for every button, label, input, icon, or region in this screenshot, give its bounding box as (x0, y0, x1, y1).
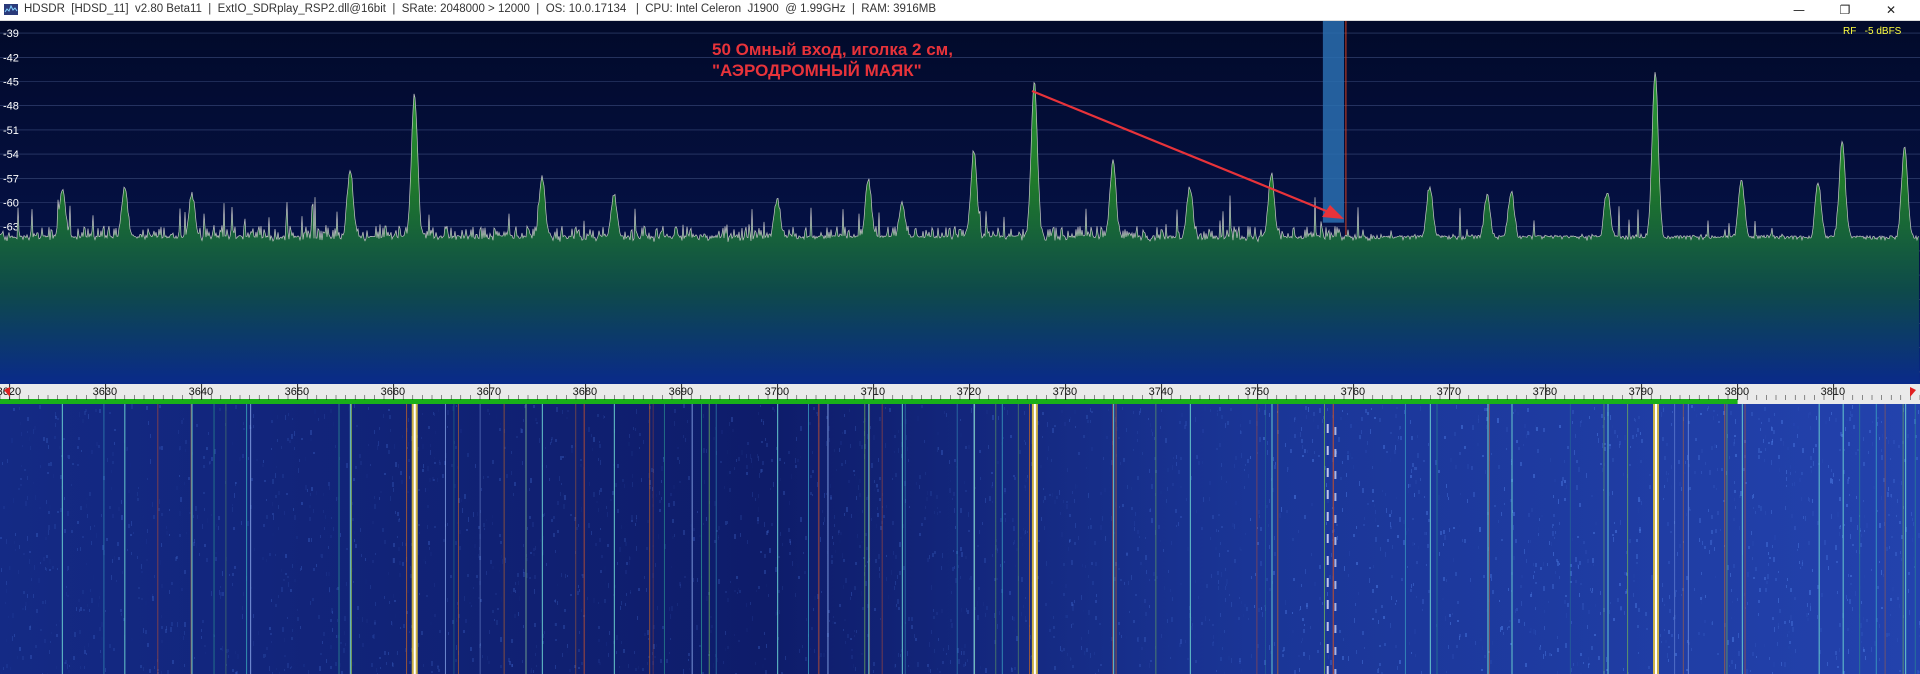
waterfall-display[interactable] (0, 404, 1920, 674)
x-tick-label: 3760 (1341, 386, 1365, 398)
annotation-line-1: 50 Омный вход, иголка 2 см, (712, 40, 953, 59)
waterfall-pulsed-signal (1334, 449, 1337, 457)
waterfall-pulsed-signal (1326, 534, 1329, 543)
waterfall-pulsed-signal (1334, 669, 1337, 674)
waterfall-pulsed-signal (1326, 446, 1329, 455)
x-tick-label: 3770 (1437, 386, 1461, 398)
y-tick-label: -51 (3, 125, 19, 137)
x-tick-label: 3790 (1629, 386, 1653, 398)
waterfall-pulsed-signal (1334, 603, 1337, 611)
waterfall-pulsed-signal (1326, 666, 1329, 674)
waterfall-pulsed-signal (1334, 559, 1337, 567)
frequency-ruler[interactable]: 3620 3630 3640 3650 3660 3670 3680 3690 3700 3710… (0, 384, 1920, 404)
minimize-button[interactable]: — (1776, 0, 1822, 20)
restore-button[interactable]: ❐ (1822, 0, 1868, 20)
waterfall-pulsed-signal (1326, 622, 1329, 631)
x-tick-label: 3730 (1053, 386, 1077, 398)
y-tick-label: -39 (3, 28, 19, 40)
x-tick-label: 3660 (381, 386, 405, 398)
annotation-text: 50 Омный вход, иголка 2 см, "АЭРОДРОМНЫЙ… (712, 39, 953, 81)
x-tick-label: 3810 (1821, 386, 1845, 398)
y-tick-label: -45 (3, 77, 19, 89)
y-tick-label: -54 (3, 149, 19, 161)
waterfall-pulsed-signal (1326, 490, 1329, 499)
y-tick-label: -42 (3, 52, 19, 64)
waterfall-pulsed-signal (1334, 625, 1337, 633)
waterfall-pulsed-signal (1334, 647, 1337, 655)
hdsdr-app-icon (4, 4, 18, 15)
waterfall-plot[interactable] (0, 404, 1920, 674)
waterfall-strong-carrier-core (1033, 404, 1036, 674)
x-tick-label: 3670 (477, 386, 501, 398)
y-tick-label: -48 (3, 101, 19, 113)
x-tick-label: 3620 (0, 386, 21, 398)
x-tick-label: 3710 (861, 386, 885, 398)
x-tick-label: 3780 (1533, 386, 1557, 398)
y-tick-label: -57 (3, 173, 19, 185)
spectrum-plot[interactable]: -39-42-45-48-51-54-57-60-63-66-69-72-75-… (0, 21, 1920, 384)
x-tick-label: 3650 (285, 386, 309, 398)
x-tick-label: 3720 (957, 386, 981, 398)
waterfall-strong-carrier-core (1655, 404, 1657, 674)
waterfall-pulsed-signal (1326, 512, 1329, 521)
waterfall-pulsed-signal (1326, 600, 1329, 609)
waterfall-pulsed-signal (1326, 578, 1329, 587)
window-title: HDSDR [HDSD_11] v2.80 Beta11 | ExtIO_SDR… (24, 3, 936, 15)
x-tick-label: 3630 (93, 386, 117, 398)
waterfall-pulsed-signal (1334, 493, 1337, 501)
x-tick-label: 3690 (669, 386, 693, 398)
waterfall-pulsed-signal (1326, 556, 1329, 565)
y-tick-label: -63 (3, 222, 19, 234)
x-tick-label: 3740 (1149, 386, 1173, 398)
waterfall-pulsed-signal (1334, 471, 1337, 479)
waterfall-pulsed-signal (1326, 424, 1329, 433)
x-tick-label: 3800 (1725, 386, 1749, 398)
close-button[interactable]: ✕ (1868, 0, 1914, 20)
waterfall-pulsed-signal (1334, 537, 1337, 545)
annotation-line-2: "АЭРОДРОМНЫЙ МАЯК" (712, 61, 922, 80)
spectrum-display[interactable]: -39-42-45-48-51-54-57-60-63-66-69-72-75-… (0, 21, 1920, 384)
waterfall-pulsed-signal (1334, 581, 1337, 589)
x-tick-label: 3640 (189, 386, 213, 398)
title-bar[interactable]: HDSDR [HDSD_11] v2.80 Beta11 | ExtIO_SDR… (0, 0, 1920, 21)
waterfall-pulsed-signal (1326, 644, 1329, 653)
x-tick-label: 3680 (573, 386, 597, 398)
frequency-scale[interactable]: 3620 3630 3640 3650 3660 3670 3680 3690 3700 3710… (0, 384, 1920, 404)
waterfall-pulsed-signal (1334, 515, 1337, 523)
x-tick-label: 3750 (1245, 386, 1269, 398)
waterfall-pulsed-signal (1326, 468, 1329, 477)
rf-level-readout: RF -5 dBFS (1843, 26, 1902, 37)
filter-bandwidth-marker[interactable] (1322, 21, 1344, 223)
y-tick-label: -60 (3, 198, 19, 210)
waterfall-pulsed-signal (1334, 427, 1337, 435)
waterfall-strong-carrier-core (413, 404, 416, 674)
x-tick-label: 3700 (765, 386, 789, 398)
